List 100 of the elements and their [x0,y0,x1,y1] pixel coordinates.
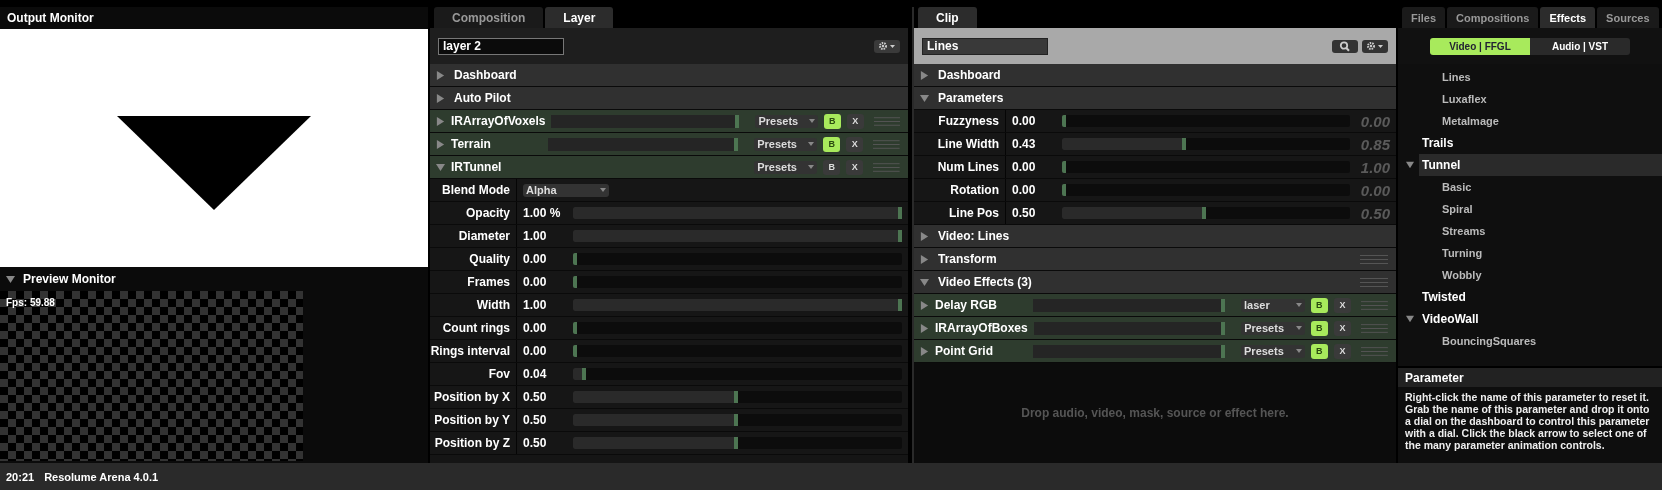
browser-tab[interactable]: Sources [1597,7,1659,28]
bypass-button[interactable]: B [1310,297,1328,313]
section-header[interactable]: Auto Pilot [430,87,908,110]
parameter-label[interactable]: Line Pos [914,202,1006,224]
effect-header[interactable]: Delay RGB laser B X [914,294,1396,317]
disclosure-triangle-icon[interactable] [920,231,929,241]
name-field[interactable]: layer 2 [438,37,564,55]
tree-item[interactable]: Lines [1398,66,1662,88]
section-header[interactable]: Dashboard [914,64,1396,87]
disclosure-triangle-icon[interactable] [920,70,929,80]
tree-item[interactable]: Luxaflex [1398,88,1662,110]
tree-item[interactable]: Trails [1398,132,1662,154]
slider-fill[interactable] [1033,298,1225,312]
tree-item[interactable]: Spiral [1398,198,1662,220]
drag-handle-icon[interactable] [1360,254,1388,264]
disclosure-triangle-icon[interactable] [436,116,445,126]
slider-fill[interactable] [573,207,902,219]
remove-button[interactable]: X [1333,297,1352,313]
section-header[interactable]: Video Effects (3) [914,271,1396,294]
disclosure-triangle-icon[interactable] [1406,315,1414,323]
settings-button[interactable] [1362,39,1388,53]
parameter-label[interactable]: Fuzzyness [914,110,1006,132]
remove-button[interactable]: X [846,159,864,175]
panel-tab[interactable]: Layer [545,7,614,28]
effect-header[interactable]: Point Grid Presets B X [914,340,1396,363]
drag-handle-icon[interactable] [1361,300,1388,310]
preset-dropdown[interactable]: Presets [754,137,818,151]
slider-fill[interactable] [573,368,587,380]
disclosure-triangle-icon[interactable] [6,274,15,284]
parameter-label[interactable]: Position by Z [430,432,517,454]
tree-item[interactable]: MetaImage [1398,110,1662,132]
slider-fill[interactable] [573,276,577,288]
drag-handle-icon[interactable] [1361,323,1388,333]
parameter-label[interactable]: Opacity [430,202,517,224]
disclosure-triangle-icon[interactable] [436,93,445,103]
slider-fill[interactable] [573,299,902,311]
disclosure-triangle-icon[interactable] [920,93,929,103]
tree-item[interactable]: VideoWall [1398,308,1662,330]
browser-tab[interactable]: Effects [1540,7,1596,28]
disclosure-triangle-icon[interactable] [436,139,445,149]
disclosure-triangle-icon[interactable] [1406,161,1414,169]
remove-button[interactable]: X [1333,320,1352,336]
parameter-label[interactable]: Count rings [430,317,517,339]
parameter-label[interactable]: Num Lines [914,156,1006,178]
slider-fill[interactable] [1033,344,1225,358]
preset-dropdown[interactable]: Presets [1241,321,1305,335]
tree-item[interactable]: BouncingSquares [1398,330,1662,352]
effect-header[interactable]: IRTunnel Presets B X [430,156,908,179]
disclosure-triangle-icon[interactable] [920,277,929,287]
preset-dropdown[interactable]: Presets [1241,344,1305,358]
drag-handle-icon[interactable] [873,162,900,172]
parameter-label[interactable]: Rotation [914,179,1006,201]
drag-handle-icon[interactable] [1361,346,1388,356]
disclosure-triangle-icon[interactable] [436,162,445,172]
parameter-label[interactable]: Rings interval [430,340,517,362]
effect-header[interactable]: IRArrayOfBoxes Presets B X [914,317,1396,340]
disclosure-triangle-icon[interactable] [920,254,929,264]
name-field[interactable]: Lines [922,37,1048,55]
parameter-label[interactable]: Blend Mode [430,179,517,201]
blend-mode-dropdown[interactable]: Alpha [523,183,609,197]
bypass-button[interactable]: B [1310,343,1328,359]
tree-item[interactable]: Turning [1398,242,1662,264]
section-header[interactable]: Video: Lines [914,225,1396,248]
slider-fill[interactable] [573,414,738,426]
slider-fill[interactable] [573,345,577,357]
drag-handle-icon[interactable] [873,139,900,149]
parameter-label[interactable]: Position by Y [430,409,517,431]
effect-header[interactable]: IRArrayOfVoxels Presets B X [430,110,908,133]
section-header[interactable]: Parameters [914,87,1396,110]
preset-dropdown[interactable]: laser [1241,298,1305,312]
slider-fill[interactable] [573,230,902,242]
bypass-button[interactable]: B [823,159,841,175]
preset-dropdown[interactable]: Presets [755,114,818,128]
parameter-label[interactable]: Width [430,294,517,316]
settings-button[interactable] [874,39,900,53]
disclosure-triangle-icon[interactable] [920,346,929,356]
effect-header[interactable]: Terrain Presets B X [430,133,908,156]
drag-handle-icon[interactable] [1360,277,1388,287]
toggle-option[interactable]: Video | FFGL [1430,37,1530,55]
slider-fill[interactable] [573,253,577,265]
tree-item[interactable]: Twisted [1398,286,1662,308]
remove-button[interactable]: X [846,136,864,152]
parameter-label[interactable]: Quality [430,248,517,270]
tree-item[interactable]: Streams [1398,220,1662,242]
parameter-label[interactable]: Fov [430,363,517,385]
slider-fill[interactable] [573,391,738,403]
tree-item[interactable]: Wobbly [1398,264,1662,286]
section-header[interactable]: Dashboard [430,64,908,87]
panel-tab[interactable]: Clip [918,7,977,28]
disclosure-triangle-icon[interactable] [920,300,929,310]
slider-fill[interactable] [1033,321,1226,335]
tree-item[interactable]: Basic [1398,176,1662,198]
drag-handle-icon[interactable] [873,116,900,126]
remove-button[interactable]: X [846,113,864,129]
toggle-option[interactable]: Audio | VST [1530,37,1630,55]
search-button[interactable] [1332,39,1358,53]
browser-tab[interactable]: Files [1402,7,1446,28]
preset-dropdown[interactable]: Presets [754,160,818,174]
parameter-label[interactable]: Position by X [430,386,517,408]
bypass-button[interactable]: B [823,113,841,129]
